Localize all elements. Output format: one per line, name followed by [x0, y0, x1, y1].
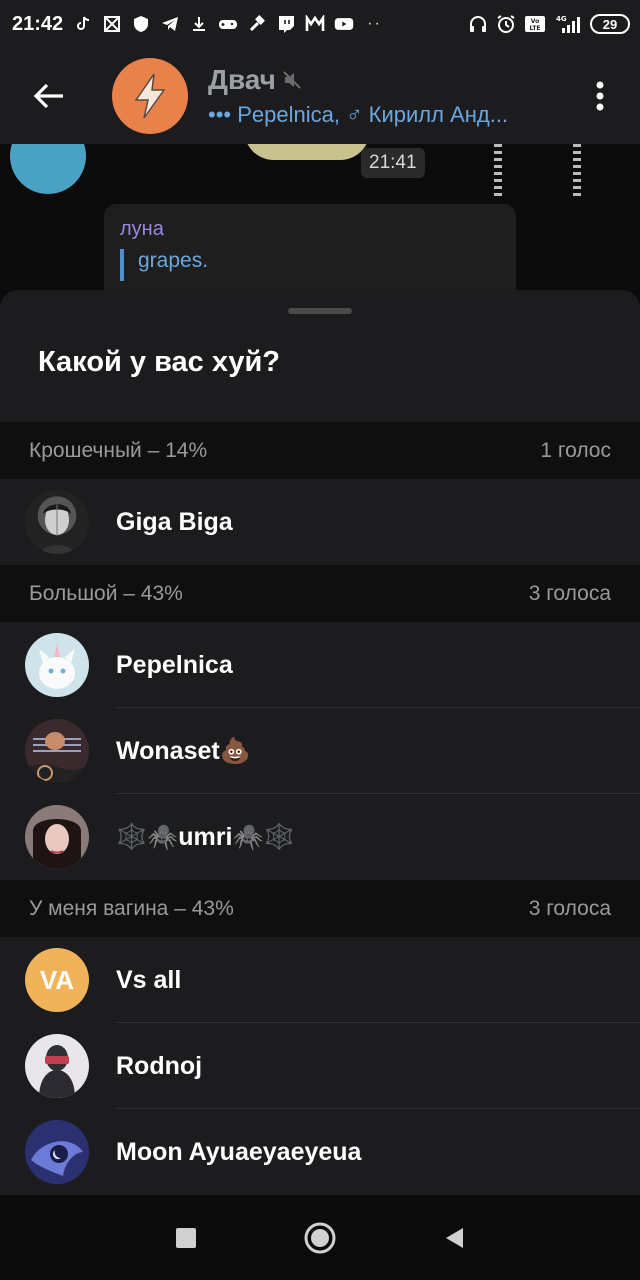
- chat-avatar[interactable]: [112, 58, 188, 134]
- decoration-line: [494, 144, 502, 200]
- poll-results-sheet: Какой у вас хуй? Крошечный – 14% 1 голос…: [0, 290, 640, 1195]
- crossed-box-icon: [102, 14, 122, 34]
- voter-row[interactable]: Rodnoj: [0, 1023, 640, 1109]
- chat-area: 21:41 луна grapes.: [0, 144, 640, 304]
- voter-name: Wonaset💩: [116, 736, 251, 765]
- lightning-icon: [134, 73, 166, 119]
- voter-name: Rodnoj: [116, 1051, 203, 1080]
- poll-option-header: У меня вагина – 43% 3 голоса: [0, 880, 640, 937]
- volte-icon: Vo LTE: [524, 14, 546, 34]
- avatar: [25, 1120, 89, 1184]
- chat-title: Двач: [208, 64, 276, 95]
- voter-row[interactable]: Pepelnica: [0, 622, 640, 708]
- back-button[interactable]: [0, 48, 98, 144]
- muted-icon: [283, 71, 301, 89]
- triangle-left-icon: [446, 1227, 463, 1248]
- avatar: [25, 633, 89, 697]
- avatar: [25, 719, 89, 783]
- alarm-icon: [496, 14, 516, 34]
- signal-icon: 4G: [554, 14, 582, 34]
- nav-back-button[interactable]: [434, 1218, 474, 1258]
- voter-row[interactable]: Giga Biga: [0, 479, 640, 565]
- youtube-icon: [334, 14, 354, 34]
- poll-option-title: У меня вагина – 43%: [29, 896, 234, 920]
- voter-name: Moon Ayuaeyaeyeua: [116, 1137, 362, 1166]
- chat-subtitle: ••• Pepelnica, ♂ Кирилл Анд...: [208, 102, 509, 127]
- tiktok-icon: [73, 14, 93, 34]
- battery-icon: 29: [590, 14, 630, 34]
- recents-button[interactable]: [166, 1218, 206, 1258]
- voter-row[interactable]: 🕸️🕷️umri🕷️🕸️: [0, 794, 640, 880]
- m-logo-icon: [305, 14, 325, 34]
- headphones-icon: [468, 14, 488, 34]
- poll-options-list: Крошечный – 14% 1 голос Giga Biga Большо…: [0, 422, 640, 1195]
- notification-icons: ··: [73, 14, 382, 34]
- poll-option-title: Большой – 43%: [29, 581, 183, 605]
- voter-name: Vs all: [116, 965, 182, 994]
- avatar-initials: VA: [39, 964, 75, 995]
- message-sender-name: луна: [120, 218, 164, 240]
- reply-quote[interactable]: grapes.: [120, 249, 500, 281]
- download-icon: [189, 14, 209, 34]
- poll-option-title: Крошечный – 14%: [29, 438, 208, 462]
- svg-text:Vo: Vo: [531, 18, 539, 25]
- sheet-drag-handle[interactable]: [288, 308, 352, 314]
- voter-row[interactable]: Wonaset💩: [0, 708, 640, 794]
- voter-row[interactable]: Moon Ayuaeyaeyeua: [0, 1109, 640, 1195]
- poop-emoji-icon: 💩: [219, 736, 251, 765]
- voter-name: Giga Biga: [116, 507, 233, 536]
- circle-icon: [304, 1222, 336, 1253]
- more-options-button[interactable]: [560, 48, 640, 144]
- telegram-icon: [160, 14, 180, 34]
- poll-option-header: Большой – 43% 3 голоса: [0, 565, 640, 622]
- message-bubble[interactable]: луна grapes.: [104, 204, 516, 304]
- chat-header: Двач ••• Pepelnica, ♂ Кирилл Анд...: [0, 48, 640, 144]
- poll-option-votes: 3 голоса: [528, 581, 611, 605]
- message-time: 21:41: [361, 148, 425, 178]
- avatar: [25, 805, 89, 869]
- sticker[interactable]: [244, 144, 370, 160]
- more-notifications-icon: ··: [367, 15, 382, 32]
- avatar: [25, 490, 89, 554]
- sender-avatar[interactable]: [10, 144, 86, 194]
- decoration-line: [573, 144, 581, 200]
- poll-option-header: Крошечный – 14% 1 голос: [0, 422, 640, 479]
- poll-question: Какой у вас хуй?: [38, 346, 281, 378]
- poll-option-votes: 3 голоса: [528, 896, 611, 920]
- square-icon: [176, 1227, 196, 1248]
- svg-text:4G: 4G: [556, 15, 567, 23]
- avatar: VA: [25, 948, 89, 1012]
- gamepad-icon: [218, 14, 238, 34]
- voter-row[interactable]: VA Vs all: [0, 937, 640, 1023]
- poll-option-votes: 1 голос: [540, 438, 611, 462]
- arrow-left-icon: [33, 83, 63, 109]
- web-spider-emoji-icon: 🕸️🕷️: [116, 822, 179, 851]
- spider-web-emoji-icon: 🕷️🕸️: [232, 822, 295, 851]
- navigation-bar: [0, 1195, 640, 1280]
- hammer-icon: [247, 14, 267, 34]
- home-button[interactable]: [300, 1218, 340, 1258]
- status-bar: 21:42 ·· Vo LTE 4G 29: [0, 0, 640, 48]
- status-time: 21:42: [12, 12, 64, 35]
- voter-name: 🕸️🕷️umri🕷️🕸️: [116, 822, 295, 851]
- shield-icon: [131, 14, 151, 34]
- svg-text:LTE: LTE: [529, 25, 540, 32]
- voter-name: Pepelnica: [116, 650, 233, 679]
- chat-info[interactable]: Двач ••• Pepelnica, ♂ Кирилл Анд...: [208, 64, 560, 128]
- more-vertical-icon: [596, 81, 604, 111]
- system-icons: Vo LTE 4G 29: [468, 14, 630, 34]
- twitch-icon: [276, 14, 296, 34]
- avatar: [25, 1034, 89, 1098]
